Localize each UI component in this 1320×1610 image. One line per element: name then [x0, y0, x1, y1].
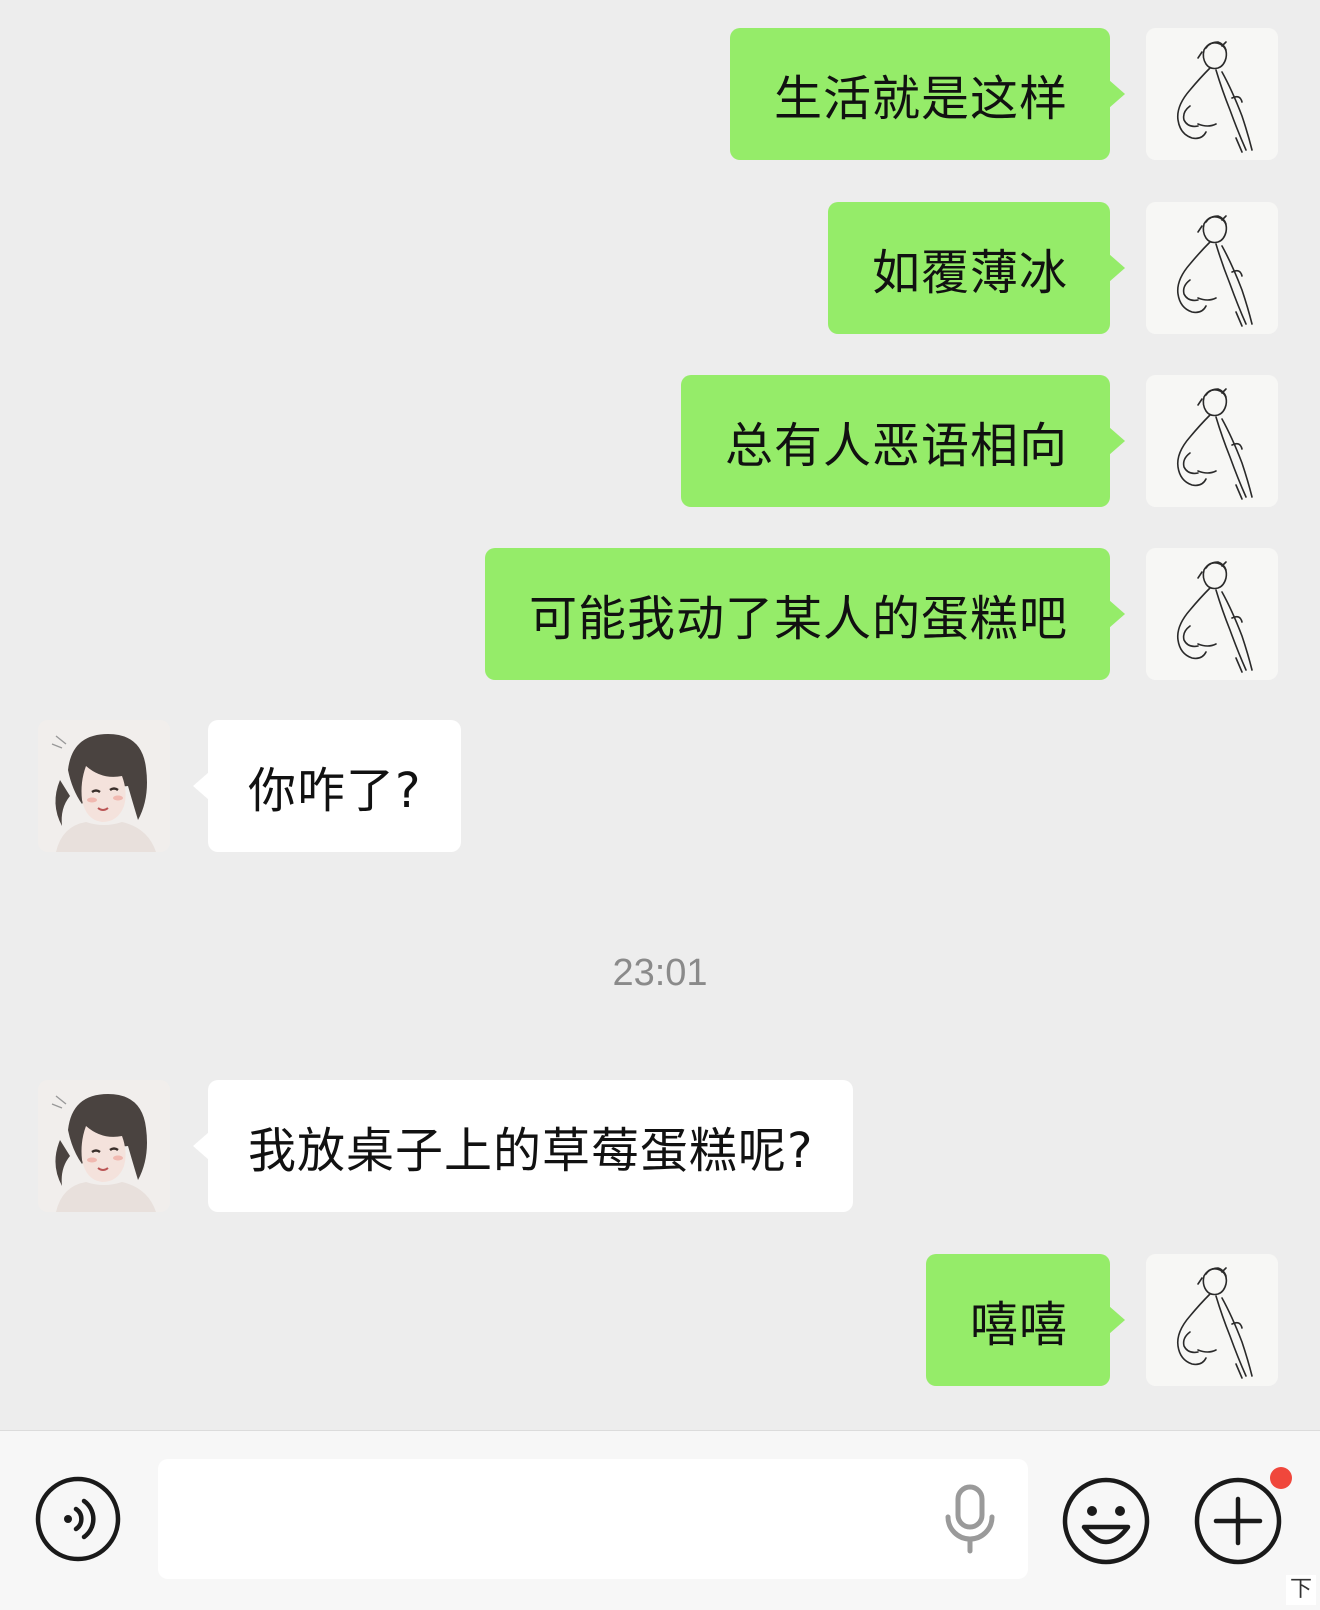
message-row-outgoing: 如覆薄冰	[0, 202, 1126, 334]
message-row-outgoing: 生活就是这样	[0, 28, 1126, 160]
self-avatar[interactable]	[1146, 202, 1278, 334]
emoji-button[interactable]	[1060, 1475, 1152, 1567]
girl-avatar-image	[38, 1080, 170, 1212]
input-bar	[0, 1430, 1320, 1610]
sketch-avatar-image	[1146, 548, 1278, 680]
message-bubble-outgoing[interactable]: 总有人恶语相向	[680, 375, 1126, 507]
message-bubble-outgoing[interactable]: 嘻嘻	[925, 1254, 1126, 1386]
corner-mark: 下	[1286, 1575, 1316, 1605]
sketch-avatar-image	[1146, 28, 1278, 160]
message-bubble-outgoing[interactable]: 可能我动了某人的蛋糕吧	[484, 548, 1126, 680]
voice-toggle-button[interactable]	[34, 1475, 122, 1563]
message-row-incoming: 我放桌子上的草莓蛋糕呢?	[192, 1080, 1108, 1212]
chat-area[interactable]: 生活就是这样 如覆薄冰 总有人恶语相向 可能我动了某人的蛋糕吧 你咋了? 23:…	[0, 0, 1320, 1430]
message-bubble-incoming[interactable]: 你咋了?	[192, 720, 462, 852]
contact-avatar[interactable]	[38, 1080, 170, 1212]
message-bubble-incoming[interactable]: 我放桌子上的草莓蛋糕呢?	[192, 1080, 854, 1212]
message-bubble-outgoing[interactable]: 如覆薄冰	[827, 202, 1126, 334]
sketch-avatar-image	[1146, 202, 1278, 334]
message-row-outgoing: 嘻嘻	[0, 1254, 1126, 1386]
sketch-avatar-image	[1146, 375, 1278, 507]
self-avatar[interactable]	[1146, 548, 1278, 680]
girl-avatar-image	[38, 720, 170, 852]
voice-icon	[35, 1476, 121, 1562]
sketch-avatar-image	[1146, 1254, 1278, 1386]
message-timestamp: 23:01	[612, 952, 708, 994]
message-row-incoming: 你咋了?	[192, 720, 1108, 852]
self-avatar[interactable]	[1146, 1254, 1278, 1386]
voice-input-button[interactable]	[940, 1483, 1000, 1555]
notification-dot	[1270, 1467, 1292, 1489]
mic-icon	[945, 1484, 995, 1554]
contact-avatar[interactable]	[38, 720, 170, 852]
plus-icon	[1194, 1477, 1282, 1565]
message-row-outgoing: 可能我动了某人的蛋糕吧	[0, 548, 1126, 680]
message-row-outgoing: 总有人恶语相向	[0, 375, 1126, 507]
more-actions-button[interactable]	[1192, 1475, 1284, 1567]
self-avatar[interactable]	[1146, 375, 1278, 507]
message-bubble-outgoing[interactable]: 生活就是这样	[729, 28, 1126, 160]
message-input[interactable]	[158, 1459, 1028, 1579]
self-avatar[interactable]	[1146, 28, 1278, 160]
emoji-icon	[1062, 1477, 1150, 1565]
